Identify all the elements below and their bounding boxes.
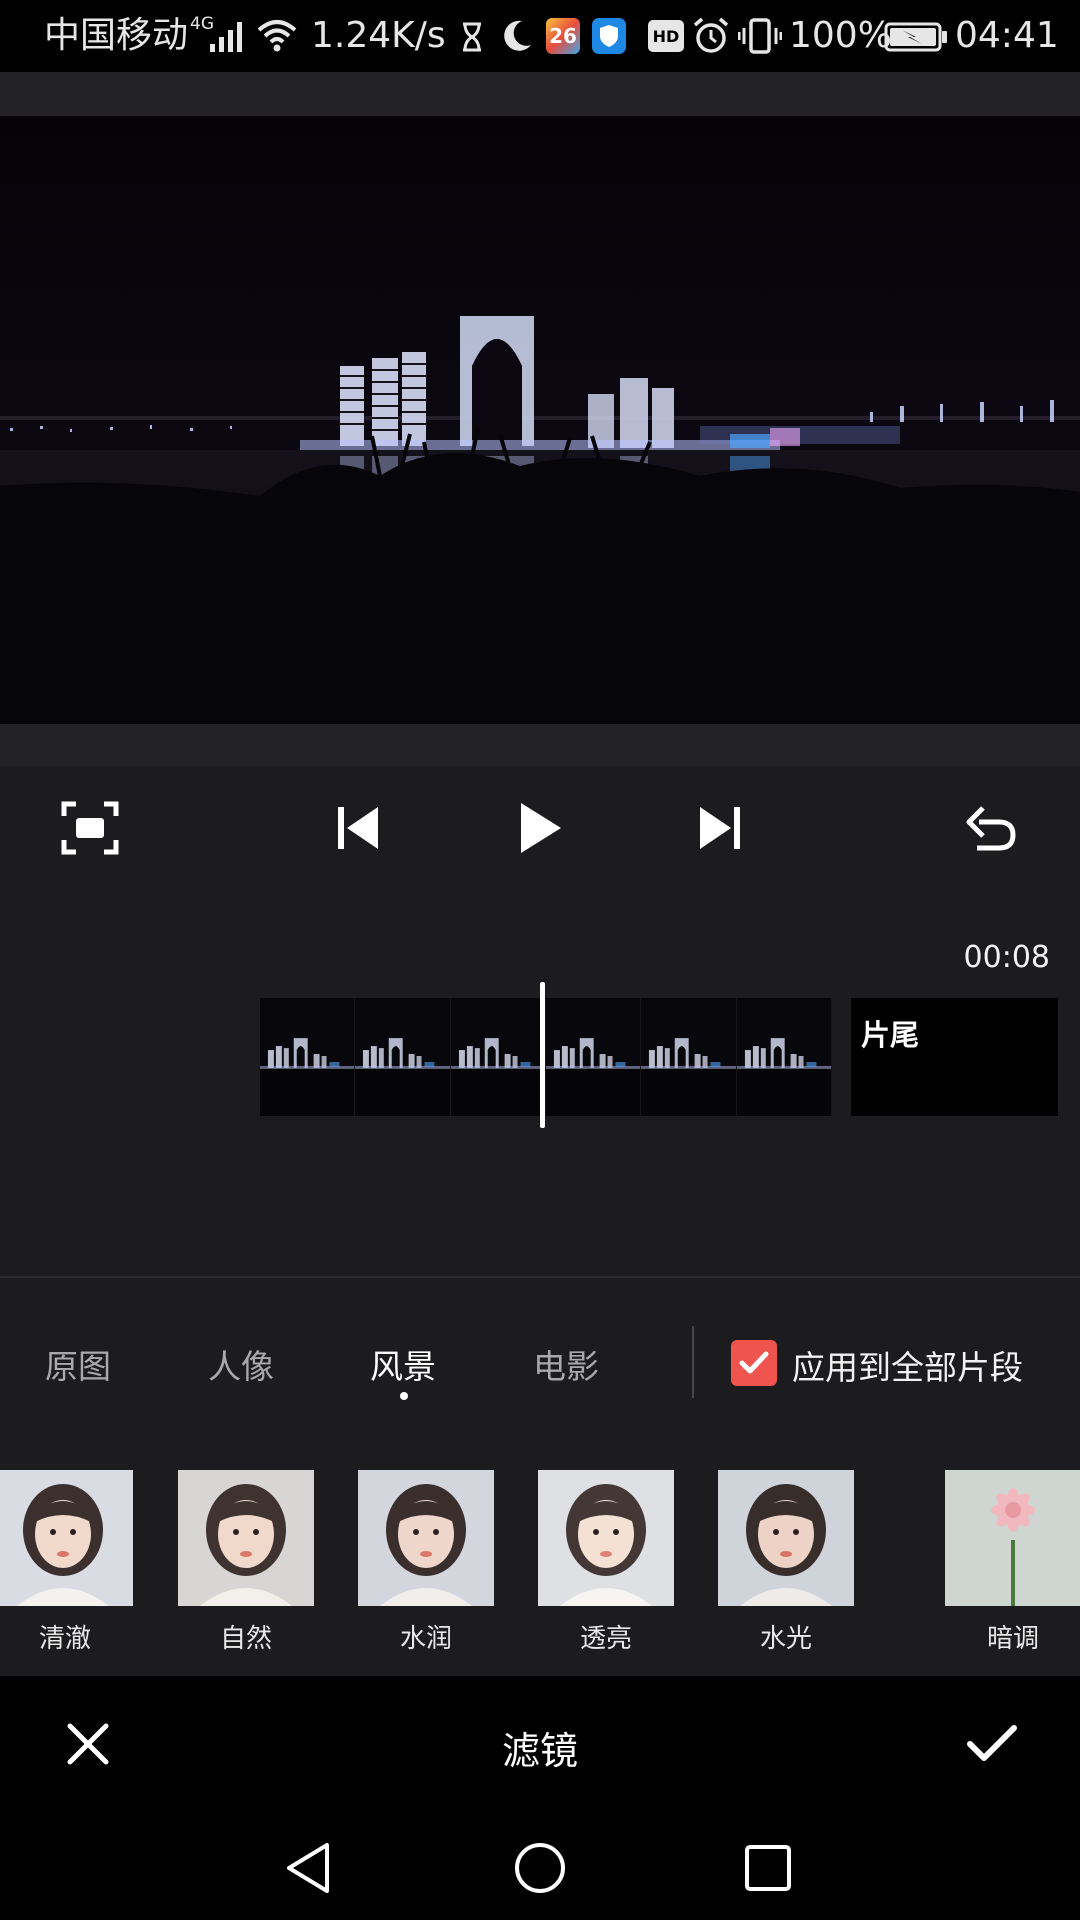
wifi-icon — [257, 20, 297, 52]
hourglass-icon — [463, 22, 481, 52]
tab-separator — [692, 1326, 694, 1398]
tab-landscape[interactable]: 风景 — [370, 1340, 436, 1388]
clip-thumbnail — [355, 998, 451, 1116]
signal-icon — [210, 22, 242, 52]
portrait-thumbnail — [178, 1470, 314, 1606]
flower-thumbnail — [945, 1470, 1080, 1606]
portrait-thumbnail — [358, 1470, 494, 1606]
apply-all-label[interactable]: 应用到全部片段 — [792, 1341, 1023, 1389]
status-bar: 中国移动 4G 1.24K/s 26 HD 100% 04:41 — [0, 0, 1080, 72]
battery-percent-label: 100% — [789, 15, 892, 56]
nav-back-button[interactable] — [276, 1836, 340, 1900]
video-clip-strip[interactable]: (function(){ var strip = document.curren… — [260, 998, 832, 1116]
ending-clip-label: 片尾 — [861, 1018, 920, 1052]
preview-bottom-band — [0, 724, 1080, 766]
undo-button[interactable] — [958, 796, 1022, 860]
preview-top-band — [0, 72, 1080, 116]
filter-item[interactable]: 暗调 — [945, 1470, 1080, 1654]
check-icon — [967, 1725, 1017, 1761]
skip-previous-icon — [338, 807, 378, 849]
active-tab-indicator — [400, 1392, 408, 1400]
nav-recent-button[interactable] — [736, 1836, 800, 1900]
vibrate-icon — [738, 18, 782, 54]
clip-thumbnail — [736, 998, 832, 1116]
play-icon — [521, 803, 561, 853]
filter-item[interactable]: 清澈 — [0, 1470, 133, 1654]
clip-thumbnail — [641, 998, 737, 1116]
portrait-thumbnail — [538, 1470, 674, 1606]
apply-all-checkbox[interactable] — [731, 1340, 777, 1386]
clip-thumbnail — [260, 998, 356, 1116]
filter-item[interactable]: 水光 — [718, 1470, 854, 1654]
night-skyline-image — [0, 116, 1080, 724]
next-button[interactable] — [688, 796, 752, 860]
fullscreen-button[interactable] — [54, 796, 126, 860]
portrait-thumbnail — [0, 1470, 133, 1606]
playhead[interactable] — [540, 982, 545, 1128]
nav-recent-icon — [745, 1845, 791, 1891]
divider — [0, 1276, 1080, 1278]
security-shield-icon — [592, 18, 626, 54]
video-preview[interactable] — [0, 116, 1080, 724]
page-title: 滤镜 — [501, 1729, 578, 1773]
checkmark-icon — [739, 1351, 769, 1374]
undo-icon — [966, 806, 1016, 851]
filter-label: 水润 — [399, 1624, 452, 1654]
filter-label: 自然 — [219, 1624, 272, 1654]
play-button[interactable] — [508, 796, 572, 860]
filter-item[interactable]: 透亮 — [538, 1470, 674, 1654]
moon-icon — [504, 20, 531, 51]
ending-clip[interactable]: 片尾 — [851, 998, 1058, 1116]
battery-charging-icon — [884, 22, 947, 52]
clock-label: 04:41 — [955, 15, 1059, 56]
clip-thumbnail — [450, 998, 546, 1116]
filter-label: 透亮 — [579, 1624, 632, 1654]
previous-button[interactable] — [326, 796, 390, 860]
tab-portrait[interactable]: 人像 — [208, 1340, 274, 1388]
nav-home-icon — [515, 1843, 565, 1893]
fullscreen-icon — [61, 801, 119, 855]
skip-next-icon — [700, 807, 740, 849]
filter-label: 清澈 — [38, 1624, 91, 1654]
current-time-label: 00:08 — [963, 940, 1050, 975]
confirm-button[interactable] — [960, 1712, 1024, 1776]
hd-badge-label: HD — [652, 26, 680, 46]
calendar-app-icon: 26 — [546, 18, 580, 54]
tab-movie[interactable]: 电影 — [533, 1340, 599, 1388]
filter-label: 暗调 — [986, 1624, 1039, 1654]
carrier-label: 中国移动 — [44, 15, 189, 56]
clip-thumbnail — [546, 998, 642, 1116]
tab-original[interactable]: 原图 — [45, 1340, 111, 1388]
nav-home-button[interactable] — [508, 1836, 572, 1900]
network-speed-label: 1.24K/s — [311, 15, 446, 56]
filter-item[interactable]: 水润 — [358, 1470, 494, 1654]
alarm-icon — [693, 17, 729, 53]
portrait-thumbnail — [718, 1470, 854, 1606]
filter-item[interactable]: 自然 — [178, 1470, 314, 1654]
nav-back-icon — [287, 1843, 329, 1893]
filter-label: 水光 — [759, 1624, 812, 1654]
calendar-day-label: 26 — [549, 24, 577, 48]
hd-badge: HD — [648, 20, 684, 52]
